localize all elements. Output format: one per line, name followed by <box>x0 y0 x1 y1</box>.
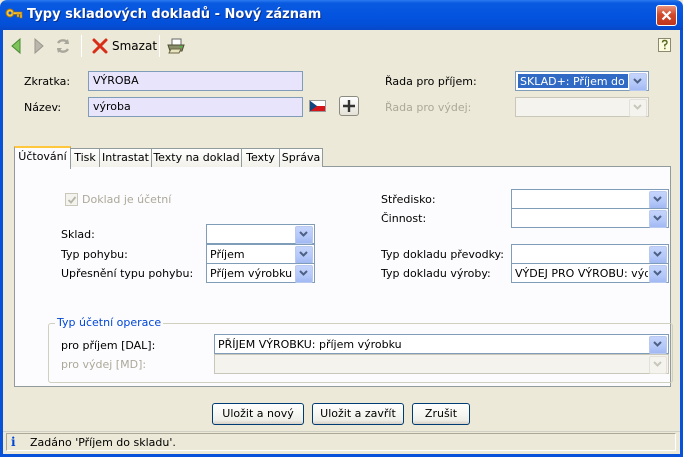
chevron-down-icon <box>633 104 642 110</box>
tab-texty-na-doklad[interactable]: Texty na doklad <box>151 148 242 167</box>
chevron-down-icon <box>653 361 662 367</box>
sklad-select[interactable] <box>206 224 315 244</box>
refresh-button[interactable] <box>54 37 72 55</box>
typ-prevodky-dropdown-button[interactable] <box>649 246 667 264</box>
stredisko-select[interactable] <box>511 189 669 209</box>
sklad-label: Sklad: <box>61 228 95 241</box>
cinnost-label: Činnost: <box>381 212 427 225</box>
pro-prijem-select[interactable]: PŘÍJEM VÝROBKU: příjem výrobku <box>214 334 669 354</box>
chevron-down-icon <box>299 231 308 237</box>
upresneni-dropdown-button[interactable] <box>295 265 313 283</box>
toolbar-separator <box>159 35 160 57</box>
cancel-button[interactable]: Zrušit <box>412 403 470 425</box>
doklad-ucetni-checkbox[interactable] <box>65 193 78 206</box>
typ-pohybu-dropdown-button[interactable] <box>295 246 313 264</box>
zkratka-input[interactable]: VÝROBA <box>88 71 303 91</box>
forward-button[interactable] <box>32 37 46 55</box>
typ-pohybu-select[interactable]: Příjem <box>206 244 315 264</box>
window-frame-left <box>0 30 3 457</box>
help-button[interactable] <box>657 37 673 53</box>
typ-pohybu-value: Příjem <box>210 248 245 261</box>
app-icon <box>5 7 23 23</box>
chevron-down-icon <box>653 270 662 276</box>
typ-pohybu-label: Typ pohybu: <box>61 248 128 261</box>
doklad-ucetni-label: Doklad je účetní <box>82 193 172 206</box>
window-title: Typy skladových dokladů - Nový záznam <box>27 7 322 22</box>
tab-tisk[interactable]: Tisk <box>70 148 100 167</box>
add-translation-button[interactable] <box>339 96 359 116</box>
rada-vydej-dropdown-button[interactable] <box>629 99 647 117</box>
stredisko-dropdown-button[interactable] <box>649 191 667 209</box>
chevron-down-icon <box>299 270 308 276</box>
pro-vydej-select[interactable] <box>214 354 669 374</box>
close-button[interactable] <box>656 5 677 26</box>
typ-vyroby-label: Typ dokladu výroby: <box>381 267 491 280</box>
sklad-dropdown-button[interactable] <box>295 226 313 244</box>
chevron-down-icon <box>653 196 662 202</box>
tab-intrastat[interactable]: Intrastat <box>99 148 152 167</box>
delete-button[interactable]: Smazat <box>89 35 158 57</box>
arrow-left-icon <box>11 37 21 55</box>
info-icon: i <box>11 435 16 449</box>
chevron-down-icon <box>653 215 662 221</box>
tab-uctovani[interactable]: Účtování <box>14 146 71 169</box>
close-icon <box>661 10 672 21</box>
pro-prijem-label: pro příjem [DAL]: <box>61 339 156 352</box>
upresneni-label: Upřesnění typu pohybu: <box>61 267 194 280</box>
pro-prijem-value: PŘÍJEM VÝROBKU: příjem výrobku <box>218 338 402 351</box>
chevron-down-icon <box>653 251 662 257</box>
zkratka-label: Zkratka: <box>24 75 71 88</box>
pro-vydej-dropdown-button[interactable] <box>649 356 667 374</box>
typ-vyroby-select[interactable]: VÝDEJ PRO VÝROBU: výd... <box>511 263 669 283</box>
rada-vydej-label: Řada pro výdej: <box>385 101 472 114</box>
save-and-new-button[interactable]: Uložit a nový <box>212 403 304 425</box>
print-button[interactable] <box>166 36 186 56</box>
help-icon <box>658 38 671 52</box>
upresneni-select[interactable]: Příjem výrobku <box>206 263 315 283</box>
status-text: Zadáno 'Příjem do skladu'. <box>30 436 176 449</box>
chevron-down-icon <box>653 341 662 347</box>
rada-prijem-select[interactable]: SKLAD+: Příjem do ... <box>515 71 649 91</box>
chevron-down-icon <box>299 251 308 257</box>
tab-texty[interactable]: Texty <box>241 148 280 167</box>
pro-vydej-label: pro výdej [MD]: <box>61 358 147 371</box>
cinnost-dropdown-button[interactable] <box>649 210 667 228</box>
delete-x-icon <box>92 38 108 54</box>
nazev-value: výroba <box>93 100 131 113</box>
rada-prijem-value: SKLAD+: Příjem do ... <box>518 74 628 88</box>
typ-prevodky-label: Typ dokladu převodky: <box>381 248 504 261</box>
typ-prevodky-select[interactable] <box>511 244 669 264</box>
back-button[interactable] <box>9 37 23 55</box>
refresh-icon <box>57 39 69 53</box>
chevron-down-icon <box>633 78 642 84</box>
nazev-input[interactable]: výroba <box>88 97 303 117</box>
upresneni-value: Příjem výrobku <box>210 267 293 280</box>
nazev-label: Název: <box>24 101 62 114</box>
rada-vydej-select[interactable] <box>515 97 649 117</box>
arrow-right-icon <box>34 37 44 55</box>
stredisko-label: Středisko: <box>381 193 436 206</box>
rada-prijem-label: Řada pro příjem: <box>385 75 477 88</box>
delete-label: Smazat <box>112 39 158 53</box>
cinnost-select[interactable] <box>511 208 669 228</box>
plus-icon <box>343 100 355 112</box>
toolbar-separator <box>81 35 82 57</box>
checkmark-icon <box>67 196 77 204</box>
printer-icon <box>167 38 185 54</box>
zkratka-value: VÝROBA <box>93 74 139 87</box>
typ-vyroby-dropdown-button[interactable] <box>649 265 667 283</box>
save-and-close-button[interactable]: Uložit a zavřít <box>312 403 404 425</box>
czech-flag-icon <box>309 100 326 112</box>
pro-prijem-dropdown-button[interactable] <box>649 336 667 354</box>
language-button[interactable] <box>309 100 326 112</box>
rada-prijem-dropdown-button[interactable] <box>629 73 647 91</box>
tab-sprava[interactable]: Správa <box>279 148 323 167</box>
operation-groupbox-title: Typ účetní operace <box>55 316 164 329</box>
typ-vyroby-value: VÝDEJ PRO VÝROBU: výd... <box>515 267 648 280</box>
